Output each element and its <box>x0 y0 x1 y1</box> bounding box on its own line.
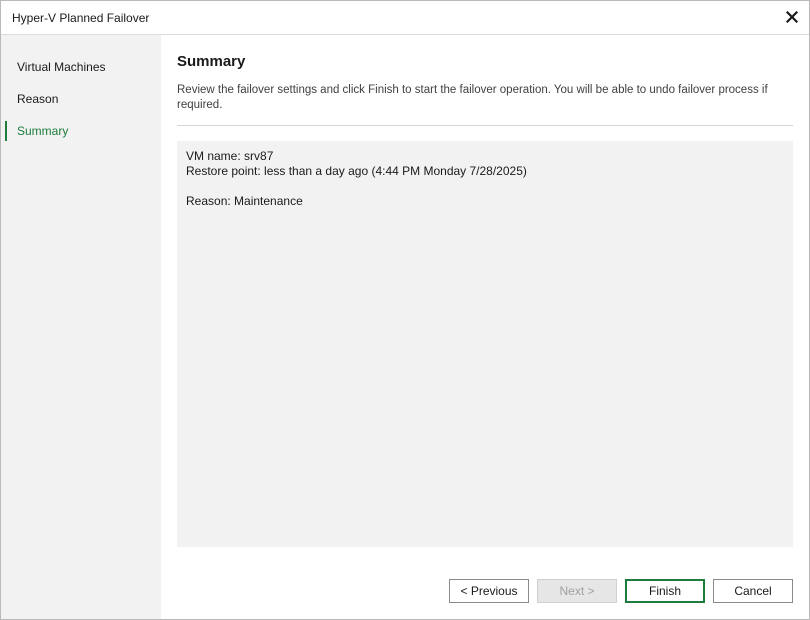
step-summary[interactable]: Summary <box>1 119 161 143</box>
summary-vm-name: VM name: srv87 <box>186 149 274 163</box>
header-divider <box>177 125 793 126</box>
summary-reason: Reason: Maintenance <box>186 194 303 208</box>
summary-textbox[interactable]: VM name: srv87 Restore point: less than … <box>177 141 793 547</box>
cancel-button[interactable]: Cancel <box>713 579 793 603</box>
next-button: Next > <box>537 579 617 603</box>
step-virtual-machines[interactable]: Virtual Machines <box>1 55 161 79</box>
title-bar: Hyper-V Planned Failover <box>1 1 809 35</box>
summary-blank-line <box>186 179 784 194</box>
dialog-window: Hyper-V Planned Failover Virtual Machine… <box>0 0 810 620</box>
previous-button[interactable]: < Previous <box>449 579 529 603</box>
page-description: Review the failover settings and click F… <box>177 84 768 111</box>
close-icon <box>786 11 798 23</box>
summary-restore-point: Restore point: less than a day ago (4:44… <box>186 164 527 178</box>
step-reason[interactable]: Reason <box>1 87 161 111</box>
close-button[interactable] <box>781 6 803 28</box>
wizard-content: Summary Review the failover settings and… <box>161 35 809 619</box>
window-title: Hyper-V Planned Failover <box>12 11 150 25</box>
wizard-steps-sidebar: Virtual Machines Reason Summary <box>1 35 161 619</box>
page-title: Summary <box>177 53 246 70</box>
finish-button[interactable]: Finish <box>625 579 705 603</box>
